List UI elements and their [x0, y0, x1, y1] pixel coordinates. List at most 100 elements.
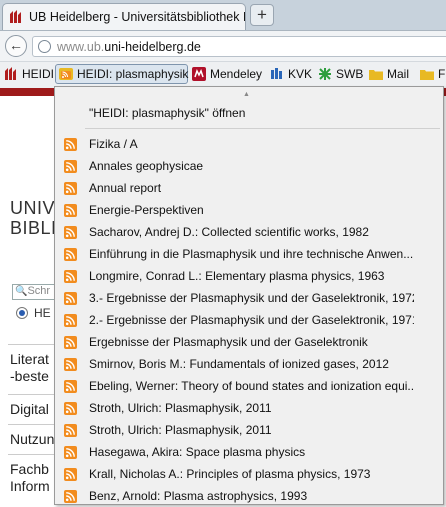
mendeley-icon: [192, 67, 206, 81]
menu-item[interactable]: Einführung in die Plasmaphysik und ihre …: [55, 243, 443, 265]
rss-feed-icon: [64, 313, 77, 327]
rss-feed-icon: [64, 203, 77, 217]
rss-feed-icon: [64, 401, 77, 415]
rss-feed-icon: [64, 335, 77, 349]
rss-feed-icon: [64, 225, 77, 239]
bookmark-heidi-plasmaphysik[interactable]: HEIDI: plasmaphysik: [55, 64, 188, 84]
bookmark-heidi[interactable]: HEIDI: [4, 64, 54, 84]
url-prefix: www.ub.: [57, 39, 105, 54]
swb-icon: [318, 67, 332, 81]
menu-item[interactable]: Fizika / A: [55, 133, 443, 155]
menu-item-label: Ebeling, Werner: Theory of bound states …: [89, 379, 414, 393]
rss-feed-icon: [64, 291, 77, 305]
back-button[interactable]: ←: [5, 35, 27, 57]
menu-item[interactable]: Sacharov, Andrej D.: Collected scientifi…: [55, 221, 443, 243]
page-title: UNIV BIBLI: [10, 198, 57, 238]
nav-link-nutzung[interactable]: Nutzun: [10, 431, 54, 448]
menu-item-label: Stroth, Ulrich: Plasmaphysik, 2011: [89, 423, 272, 437]
ub-icon: [4, 67, 18, 81]
bookmark-label: Mendeley: [210, 67, 263, 81]
menu-item[interactable]: Ebeling, Werner: Theory of bound states …: [55, 375, 443, 397]
bookmark-label: HEIDI: plasmaphysik: [77, 67, 189, 81]
menu-item[interactable]: Smirnov, Boris M.: Fundamentals of ioniz…: [55, 353, 443, 375]
nav-link-label: Fachb: [10, 461, 49, 477]
nav-link-fachbereiche[interactable]: Fachb Inform: [10, 461, 50, 495]
menu-item[interactable]: 2.- Ergebnisse der Plasmaphysik und der …: [55, 309, 443, 331]
folder-icon: [369, 67, 383, 81]
kvk-icon: [270, 67, 284, 81]
nav-link-label: Inform: [10, 478, 50, 494]
new-tab-button[interactable]: +: [250, 4, 274, 26]
page-title-line: BIBLI: [10, 218, 57, 238]
nav-link-literatur[interactable]: Literat -beste: [10, 351, 49, 385]
rss-feed-icon: [64, 181, 77, 195]
menu-item[interactable]: Longmire, Conrad L.: Elementary plasma p…: [55, 265, 443, 287]
menu-item[interactable]: Energie-Perspektiven: [55, 199, 443, 221]
menu-item[interactable]: Stroth, Ulrich: Plasmaphysik, 2011: [55, 397, 443, 419]
rss-feed-icon: [64, 159, 77, 173]
rss-feed-icon: [64, 489, 77, 503]
bookmark-folder-menu: ▲ "HEIDI: plasmaphysik" öffnen Fizika / …: [54, 86, 444, 505]
menu-item-label: Annual report: [89, 181, 162, 195]
menu-item[interactable]: Krall, Nicholas A.: Principles of plasma…: [55, 463, 443, 485]
nav-link-label: Literat: [10, 351, 49, 367]
rss-feed-icon: [64, 357, 77, 371]
bookmark-label: Mail: [387, 67, 410, 81]
ub-favicon-icon: [9, 10, 23, 24]
browser-tab[interactable]: UB Heidelberg - Universitätsbibliothek H…: [2, 3, 246, 30]
menu-item-label: Hasegawa, Akira: Space plasma physics: [89, 445, 306, 459]
bookmark-label: KVK: [288, 67, 313, 81]
menu-item[interactable]: 3.- Ergebnisse der Plasmaphysik und der …: [55, 287, 443, 309]
radio-button[interactable]: [16, 307, 28, 319]
rss-feed-icon: [64, 445, 77, 459]
menu-item-list: Fizika / A Annales geophysicae Annual repo…: [55, 133, 443, 507]
open-all-menu-item[interactable]: "HEIDI: plasmaphysik" öffnen: [89, 106, 245, 120]
navigation-bar: ← www.ub. uni-heidelberg.de: [0, 30, 446, 62]
menu-item-label: Sacharov, Andrej D.: Collected scientifi…: [89, 225, 369, 239]
radio-label: HE: [34, 306, 51, 320]
menu-item-label: Stroth, Ulrich: Plasmaphysik, 2011: [89, 401, 272, 415]
menu-item-label: Benz, Arnold: Plasma astrophysics, 1993: [89, 489, 308, 503]
url-domain: uni-heidelberg.de: [104, 39, 201, 54]
bookmark-folder-mail[interactable]: Mail: [369, 64, 409, 84]
rss-feed-icon: [64, 467, 77, 481]
rss-feed-icon: [64, 137, 77, 151]
bookmark-label: SWB: [336, 67, 364, 81]
search-placeholder: Schr: [27, 285, 51, 297]
rss-feed-icon: [64, 379, 77, 393]
search-scope-radio[interactable]: HE: [16, 306, 51, 320]
tab-title: UB Heidelberg - Universitätsbibliothek H…: [29, 10, 245, 24]
bookmark-label: HEIDI: [22, 67, 55, 81]
bookmark-label: F: [438, 67, 446, 81]
menu-item-label: 3.- Ergebnisse der Plasmaphysik und der …: [89, 291, 414, 305]
menu-item-label: 2.- Ergebnisse der Plasmaphysik und der …: [89, 313, 414, 327]
menu-item[interactable]: Annales geophysicae: [55, 155, 443, 177]
url-bar[interactable]: www.ub. uni-heidelberg.de: [32, 36, 446, 57]
rss-feed-icon: [64, 423, 77, 437]
page-title-line: UNIV: [10, 198, 56, 218]
rss-feed-icon: [64, 247, 77, 261]
globe-icon: [38, 40, 51, 53]
menu-item-label: Annales geophysicae: [89, 159, 204, 173]
menu-item[interactable]: Annual report: [55, 177, 443, 199]
bookmark-folder-f[interactable]: F: [420, 64, 445, 84]
nav-link-digital[interactable]: Digital: [10, 401, 49, 418]
bookmark-kvk[interactable]: KVK: [270, 64, 312, 84]
menu-item-label: Energie-Perspektiven: [89, 203, 204, 217]
menu-item-label: Ergebnisse der Plasmaphysik und der Gase…: [89, 335, 368, 349]
menu-item-label: Einführung in die Plasmaphysik und ihre …: [89, 247, 414, 261]
rss-folder-icon: [59, 67, 73, 81]
menu-item[interactable]: Stroth, Ulrich: Plasmaphysik, 2011: [55, 419, 443, 441]
menu-item[interactable]: Benz, Arnold: Plasma astrophysics, 1993: [55, 485, 443, 507]
menu-item[interactable]: Ergebnisse der Plasmaphysik und der Gase…: [55, 331, 443, 353]
tab-strip: UB Heidelberg - Universitätsbibliothek H…: [0, 0, 446, 30]
bookmark-swb[interactable]: SWB: [318, 64, 363, 84]
folder-icon: [420, 67, 434, 81]
menu-item-label: Krall, Nicholas A.: Principles of plasma…: [89, 467, 371, 481]
nav-link-label: -beste: [10, 368, 49, 384]
menu-item-label: Longmire, Conrad L.: Elementary plasma p…: [89, 269, 385, 283]
menu-item[interactable]: Hasegawa, Akira: Space plasma physics: [55, 441, 443, 463]
scroll-up-arrow-icon[interactable]: ▲: [243, 91, 250, 98]
bookmark-mendeley[interactable]: Mendeley: [192, 64, 262, 84]
bookmarks-bar: HEIDI HEIDI: plasmaphysik Mendeley KVK S…: [0, 61, 446, 89]
